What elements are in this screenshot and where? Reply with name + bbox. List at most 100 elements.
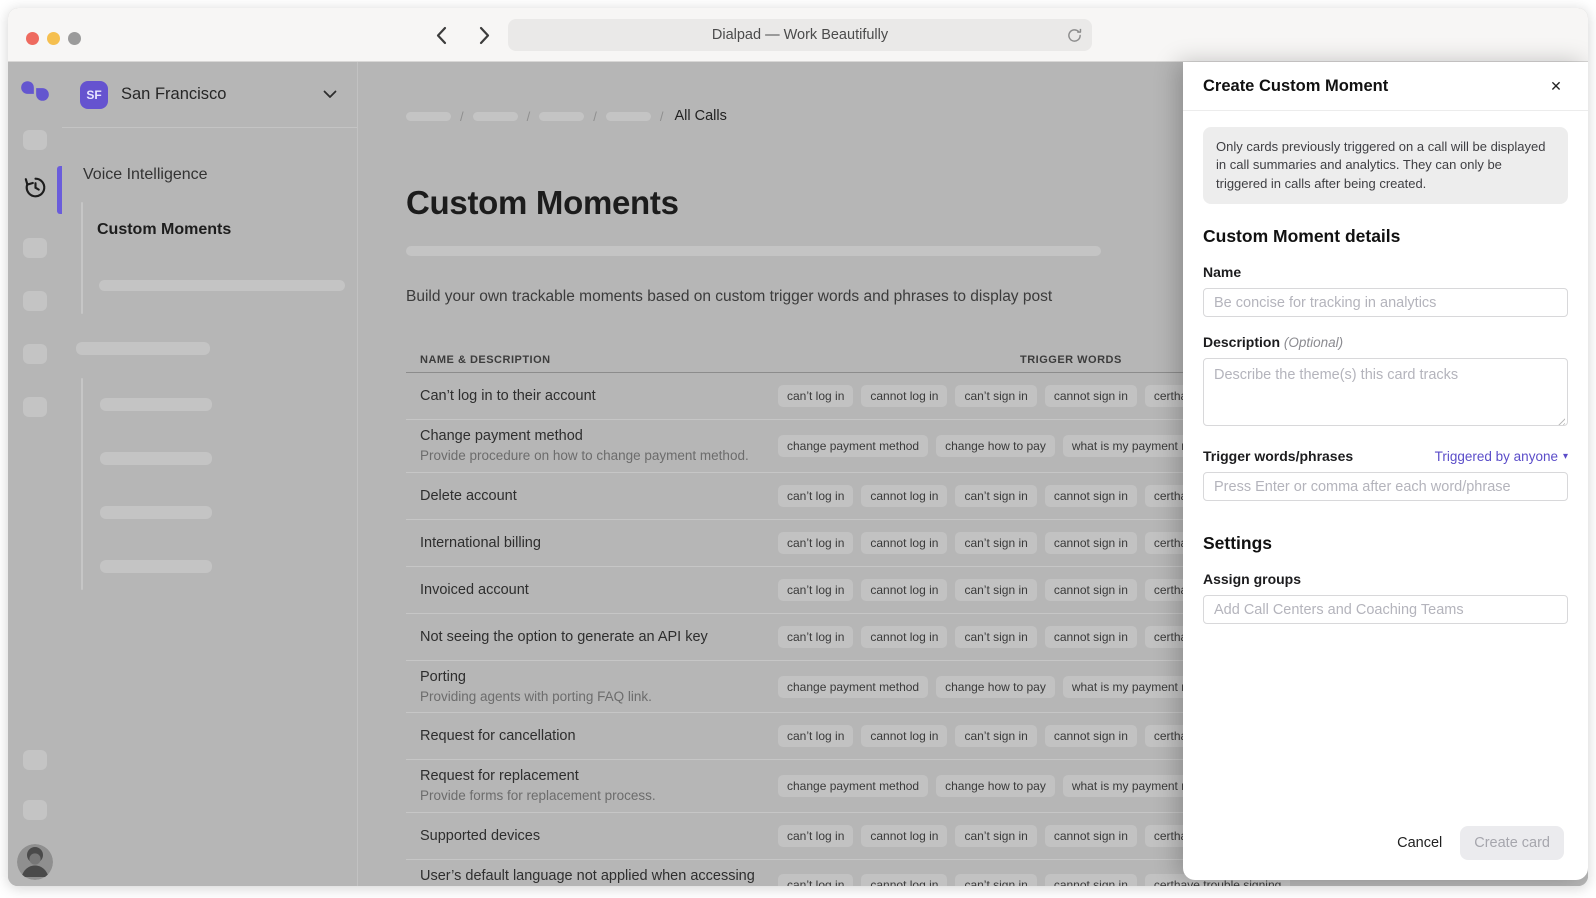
triggered-by-dropdown[interactable]: Triggered by anyone ▾ [1435,449,1568,464]
caret-down-icon: ▾ [1563,451,1568,462]
trigger-word-chip: change payment method [778,435,928,457]
name-label: Name [1203,264,1568,280]
moment-description: Providing agents with porting FAQ link. [420,688,768,706]
trigger-word-chip: change how to pay [936,676,1055,698]
page-tab-title: Dialpad — Work Beautifully [712,27,888,43]
trigger-words-label: Trigger words/phrases [1203,448,1435,464]
panel-header: Create Custom Moment ✕ [1183,62,1588,111]
window-controls [26,32,81,45]
create-custom-moment-panel: Create Custom Moment ✕ Only cards previo… [1183,62,1588,880]
info-banner: Only cards previously triggered on a cal… [1203,127,1568,204]
trigger-word-chip: can’t sign in [955,385,1036,407]
moment-name: User’s default language not applied when… [420,867,768,886]
trigger-word-chip: change payment method [778,775,928,797]
trigger-word-chip: change payment method [778,676,928,698]
page-description: Build your own trackable moments based o… [406,288,1052,306]
moment-name: Delete account [420,487,768,505]
breadcrumb-current[interactable]: All Calls [675,108,727,124]
rail-item-placeholder[interactable] [8,800,62,820]
moment-name: Porting [420,668,768,686]
settings-sidebar: SF San Francisco Voice Intelligence Cust… [62,62,358,886]
page-title: Custom Moments [406,184,679,222]
trigger-word-chip: cannot sign in [1045,725,1137,747]
trigger-word-chip: cannot sign in [1045,874,1137,886]
trigger-word-chip: can’t sign in [955,825,1036,847]
sidebar-item-placeholder [100,398,212,411]
trigger-word-chip: cannot sign in [1045,579,1137,601]
workspace-name: San Francisco [121,85,323,104]
toolbar-placeholder [406,246,1101,256]
breadcrumb-placeholder[interactable] [406,112,451,121]
user-avatar[interactable] [8,844,62,880]
description-textarea[interactable] [1203,358,1568,426]
column-header-trigger-words: TRIGGER WORDS [778,354,1122,366]
close-window-icon[interactable] [26,32,39,45]
sidebar-item-placeholder [100,452,212,465]
browser-window: Dialpad — Work Beautifully [8,8,1588,886]
app-content: SF San Francisco Voice Intelligence Cust… [8,62,1588,886]
trigger-word-chip: cannot log in [861,725,947,747]
trigger-word-chip: cannot log in [861,874,947,886]
trigger-word-chip: cannot log in [861,626,947,648]
close-icon[interactable]: ✕ [1544,74,1568,98]
trigger-word-chip: cannot log in [861,485,947,507]
rail-item-placeholder[interactable] [8,238,62,258]
trigger-words-input[interactable] [1203,472,1568,501]
trigger-word-chip: can’t sign in [955,725,1036,747]
tree-guide-line [81,202,83,314]
trigger-word-chip: change how to pay [936,435,1055,457]
moment-description: Provide forms for replacement process. [420,787,768,805]
sidebar-item-custom-moments[interactable]: Custom Moments [97,221,231,239]
breadcrumb-placeholder[interactable] [539,112,584,121]
trigger-word-chip: can’t sign in [955,532,1036,554]
rail-item-placeholder[interactable] [8,344,62,364]
chevron-down-icon [323,90,337,99]
cancel-button[interactable]: Cancel [1397,835,1442,851]
sidebar-item-placeholder [100,560,212,573]
minimize-window-icon[interactable] [47,32,60,45]
create-card-button[interactable]: Create card [1460,826,1564,860]
column-header-name: NAME & DESCRIPTION [406,354,778,366]
moment-name: Request for cancellation [420,727,768,745]
rail-item-placeholder[interactable] [8,397,62,417]
trigger-word-chip: cannot sign in [1045,485,1137,507]
assign-groups-input[interactable] [1203,595,1568,624]
trigger-word-chip: can’t sign in [955,626,1036,648]
forward-button[interactable] [474,23,496,47]
settings-heading: Settings [1203,533,1568,554]
dialpad-logo [8,78,62,104]
panel-footer: Cancel Create card [1397,826,1564,860]
trigger-word-chip: cannot log in [861,532,947,554]
trigger-word-chip: can’t log in [778,725,853,747]
rail-item-placeholder[interactable] [8,130,62,150]
back-button[interactable] [430,23,452,47]
moment-description: Provide procedure on how to change payme… [420,447,768,465]
trigger-word-chip: change how to pay [936,775,1055,797]
rail-item-placeholder[interactable] [8,291,62,311]
rail-item-placeholder[interactable] [8,750,62,770]
trigger-word-chip: cannot sign in [1045,385,1137,407]
trigger-word-chip: can’t log in [778,874,853,886]
moment-name: Can’t log in to their account [420,387,768,405]
trigger-word-chip: can’t sign in [955,579,1036,601]
name-input[interactable] [1203,288,1568,317]
fullscreen-window-icon[interactable] [68,32,81,45]
trigger-word-chip: can’t log in [778,825,853,847]
trigger-word-chip: cannot sign in [1045,626,1137,648]
sidebar-section-voice-intelligence[interactable]: Voice Intelligence [83,166,208,184]
workspace-switcher[interactable]: SF San Francisco [62,62,357,128]
reload-icon[interactable] [1066,27,1083,44]
history-icon [22,174,49,201]
details-heading: Custom Moment details [1203,226,1568,247]
breadcrumb-placeholder[interactable] [606,112,651,121]
trigger-word-chip: cannot sign in [1045,532,1137,554]
sidebar-item-placeholder [99,280,345,291]
icon-rail [8,62,62,886]
trigger-word-chip: can’t log in [778,485,853,507]
workspace-badge: SF [80,81,108,109]
trigger-word-chip: can’t log in [778,532,853,554]
trigger-word-chip: cannot sign in [1045,825,1137,847]
call-history-button[interactable] [8,174,62,201]
breadcrumb-placeholder[interactable] [473,112,518,121]
address-bar[interactable]: Dialpad — Work Beautifully [508,19,1092,51]
